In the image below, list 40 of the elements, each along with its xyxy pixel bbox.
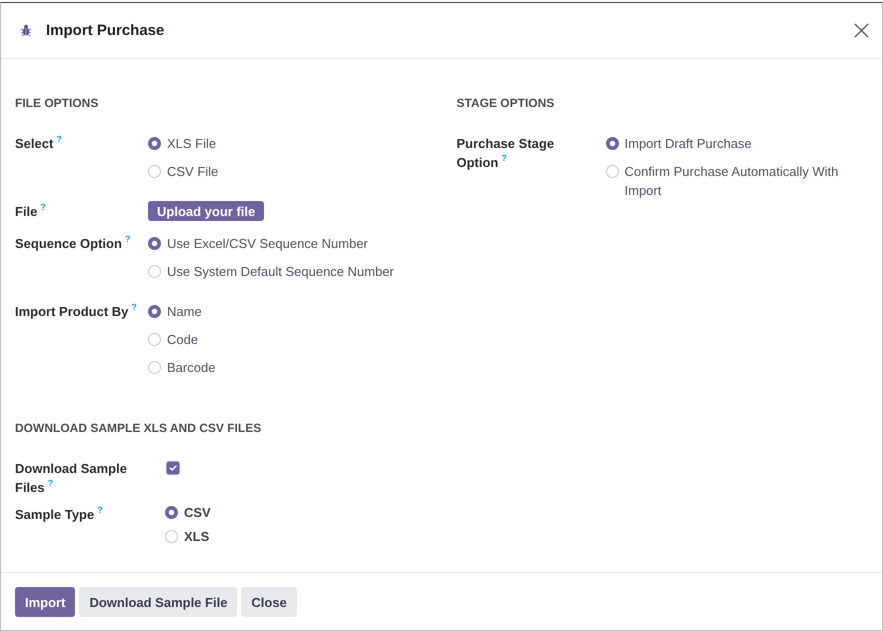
radio-label[interactable]: XLS File <box>167 134 216 152</box>
dialog-title: Import Purchase <box>46 22 166 39</box>
footer-button[interactable]: Download Sample File <box>79 587 238 617</box>
field-label: Sequence Option $^{?}$ <box>15 236 130 250</box>
section-title: FILE OPTIONS <box>15 95 100 112</box>
radio-label[interactable]: Import Draft Purchase <box>624 134 752 152</box>
radio-label[interactable]: CSV <box>184 503 211 522</box>
checkbox[interactable] <box>165 460 181 476</box>
radio-label[interactable]: Name <box>167 302 202 320</box>
field-label: Purchase Stage Option $^{?}$ <box>456 136 554 170</box>
radio-button[interactable] <box>606 136 618 150</box>
radio-label[interactable]: Code <box>167 330 198 348</box>
footer-button[interactable]: Close <box>241 587 297 617</box>
radio-button[interactable] <box>148 264 161 278</box>
radio-label[interactable]: Barcode <box>167 358 216 376</box>
radio-button[interactable] <box>165 506 178 519</box>
radio-button[interactable] <box>148 136 161 150</box>
radio-label[interactable]: Confirm Purchase Automatically With Import <box>624 162 868 200</box>
radio-label[interactable]: Use System Default Sequence Number <box>167 262 394 280</box>
radio-button[interactable] <box>148 304 161 318</box>
field-label: File $^{?}$ <box>15 204 46 218</box>
section-title: STAGE OPTIONS <box>456 95 556 112</box>
close-icon[interactable] <box>854 23 869 38</box>
radio-button[interactable] <box>148 332 161 346</box>
field-label: Import Product By $^{?}$ <box>15 304 137 318</box>
section-title: DOWNLOAD SAMPLE XLS AND CSV FILES <box>15 420 262 437</box>
upload-button[interactable]: Upload your file <box>148 201 264 221</box>
radio-button[interactable] <box>606 164 618 178</box>
radio-button[interactable] <box>148 236 161 250</box>
radio-button[interactable] <box>148 164 161 178</box>
bug-icon <box>20 24 32 37</box>
field-label: Download Sample Files $^{?}$ <box>15 460 127 494</box>
import-button[interactable]: Import <box>15 587 76 617</box>
radio-button[interactable] <box>148 360 161 374</box>
radio-button[interactable] <box>165 530 178 543</box>
field-label: Sample Type $^{?}$ <box>15 507 103 522</box>
radio-label[interactable]: Use Excel/CSV Sequence Number <box>167 234 368 252</box>
radio-label[interactable]: XLS <box>184 527 210 546</box>
radio-label[interactable]: CSV File <box>167 162 218 180</box>
field-label: Select $^{?}$ <box>15 136 62 150</box>
